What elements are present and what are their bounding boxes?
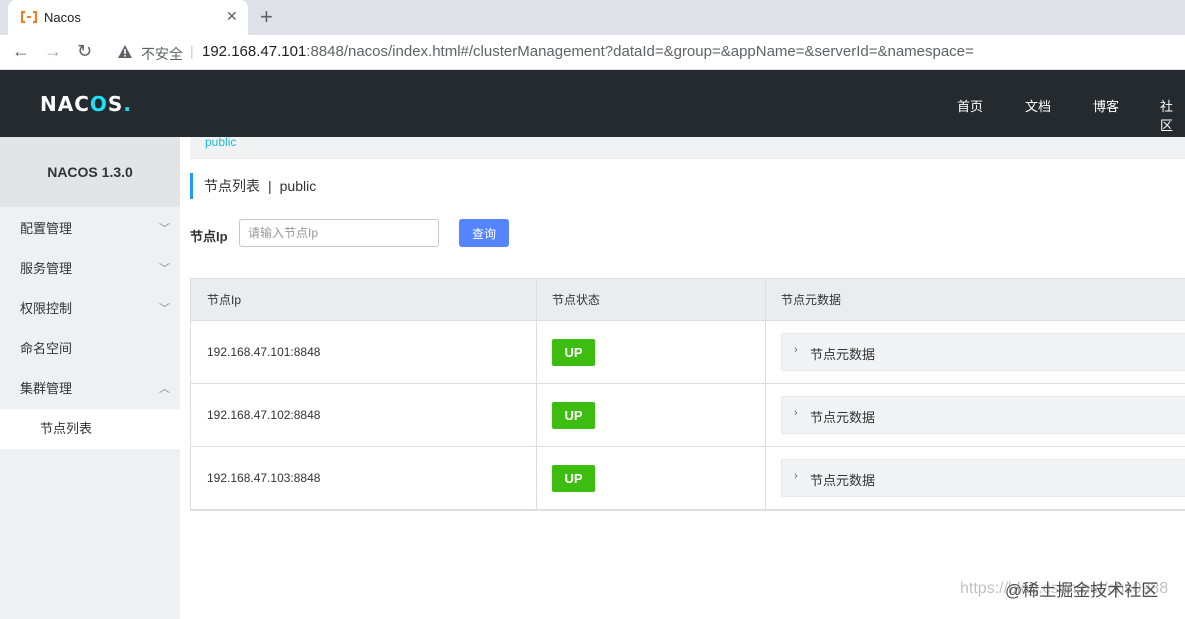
nav-community[interactable]: 社区 [1160,96,1185,134]
chevron-up-icon: ︿ [159,383,170,395]
logo-text-o: O [89,92,108,116]
node-metadata-cell: › 节点元数据 [765,384,1185,446]
node-table: 节点Ip 节点状态 节点元数据 192.168.47.101:8848 UP ›… [190,278,1185,511]
main-content: public 节点列表 | public 节点Ip 查询 节点Ip 节点状态 节点元… [190,135,1185,619]
sidebar-subitem-label: 节点列表 [40,421,93,436]
sidebar: NACOS 1.3.0 配置管理 ﹀ 服务管理 ﹀ 权限控制 ﹀ 命名空间 集群… [0,137,180,619]
url-host: 192.168.47.101 [202,43,307,60]
sidebar-item-label: 配置管理 [20,221,73,236]
logo-text-post: S [107,92,124,116]
tab-title: Nacos [44,10,81,25]
chevron-down-icon: ﹀ [159,223,170,235]
node-metadata-cell: › 节点元数据 [765,321,1185,383]
browser-tab-strip: Nacos ✕ + [0,0,1185,35]
back-icon[interactable]: ← [12,41,30,62]
nacos-favicon-icon [21,10,37,24]
chevron-right-icon: › [794,470,798,482]
column-header-node-ip: 节点Ip [207,293,242,307]
table-row: 192.168.47.101:8848 UP › 节点元数据 [191,321,1185,384]
url-path: :8848/nacos/index.html#/clusterManagemen… [306,43,974,60]
nav-blog[interactable]: 博客 [1093,96,1119,115]
node-ip-input[interactable] [239,219,439,247]
watermark: https://blog.csdn.net/chs0938 @稀土掘金技术社区 [960,580,1168,600]
sidebar-item-config[interactable]: 配置管理 ﹀ [0,209,180,249]
metadata-collapse-panel[interactable]: › 节点元数据 [781,459,1185,497]
url-separator: | [190,43,194,59]
sidebar-item-namespace[interactable]: 命名空间 [0,329,180,369]
column-header-node-metadata: 节点元数据 [781,293,842,307]
metadata-label: 节点元数据 [810,410,876,425]
status-badge: UP [552,465,595,492]
sidebar-item-auth[interactable]: 权限控制 ﹀ [0,289,180,329]
page-title: 节点列表 | public [190,173,316,199]
column-header-node-status: 节点状态 [552,293,601,307]
reload-icon[interactable]: ↻ [77,41,92,62]
sidebar-item-label: 权限控制 [20,301,73,316]
browser-tab[interactable]: Nacos ✕ [8,0,248,35]
page-title-namespace: public [279,178,317,194]
page-title-text: 节点列表 [204,178,260,194]
table-header: 节点Ip 节点状态 节点元数据 [191,279,1185,321]
chevron-right-icon: › [794,407,798,419]
address-bar[interactable]: 192.168.47.101:8848/nacos/index.html#/cl… [202,43,974,60]
table-row: 192.168.47.103:8848 UP › 节点元数据 [191,447,1185,510]
nacos-logo[interactable]: NACOS. [40,92,132,116]
chevron-right-icon: › [794,344,798,356]
close-tab-icon[interactable]: ✕ [226,8,238,25]
node-ip-cell: 192.168.47.103:8848 [207,471,321,485]
sidebar-item-label: 集群管理 [20,381,73,396]
sidebar-version-title: NACOS 1.3.0 [0,137,180,207]
node-status-cell: UP [536,447,765,509]
sidebar-item-service[interactable]: 服务管理 ﹀ [0,249,180,289]
metadata-collapse-panel[interactable]: › 节点元数据 [781,396,1185,434]
metadata-label: 节点元数据 [810,473,876,488]
sidebar-subitem-node-list[interactable]: 节点列表 [0,409,180,449]
watermark-at-text: @稀土掘金技术社区 [1005,581,1159,600]
sidebar-item-label: 服务管理 [20,261,73,276]
namespace-bar: public [190,135,1185,159]
browser-toolbar: ← → ↻ 不安全 | 192.168.47.101:8848/nacos/in… [0,35,1185,70]
namespace-link-public[interactable]: public [205,135,236,149]
logo-dot: . [123,92,132,116]
table-row: 192.168.47.102:8848 UP › 节点元数据 [191,384,1185,447]
nav-home[interactable]: 首页 [957,96,983,115]
app-header: NACOS. 首页 文档 博客 社区 [0,70,1185,137]
status-badge: UP [552,402,595,429]
chevron-down-icon: ﹀ [159,263,170,275]
metadata-collapse-panel[interactable]: › 节点元数据 [781,333,1185,371]
node-status-cell: UP [536,384,765,446]
node-ip-label: 节点Ip [190,229,228,244]
query-button[interactable]: 查询 [459,219,509,247]
node-ip-cell: 192.168.47.101:8848 [207,345,321,359]
node-status-cell: UP [536,321,765,383]
node-ip-cell: 192.168.47.102:8848 [207,408,321,422]
sidebar-item-label: 命名空间 [20,341,73,356]
nav-docs[interactable]: 文档 [1025,96,1051,115]
status-badge: UP [552,339,595,366]
page-title-separator: | [268,178,272,194]
sidebar-item-cluster[interactable]: 集群管理 ︿ [0,369,180,409]
node-metadata-cell: › 节点元数据 [765,447,1185,509]
chevron-down-icon: ﹀ [159,303,170,315]
security-status[interactable]: 不安全 [141,44,183,64]
forward-icon[interactable]: → [44,41,62,62]
logo-text-pre: NAC [40,92,90,116]
warning-icon[interactable] [117,44,133,59]
new-tab-icon[interactable]: + [260,4,273,30]
metadata-label: 节点元数据 [810,347,876,362]
